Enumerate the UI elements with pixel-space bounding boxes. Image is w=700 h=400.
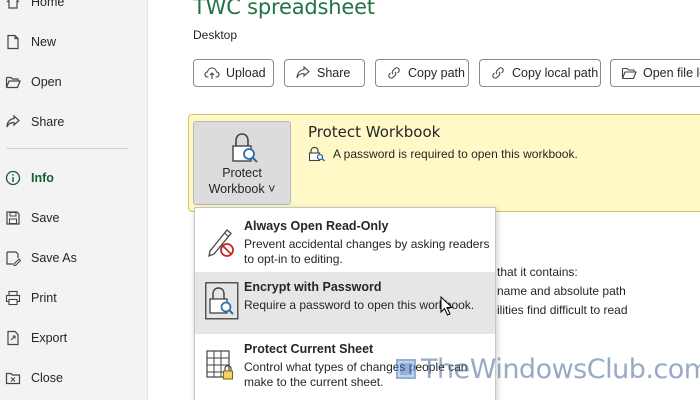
sheet-lock-icon	[205, 348, 237, 384]
info-icon	[5, 170, 21, 186]
new-document-icon	[5, 34, 21, 50]
share-button[interactable]: Share	[284, 59, 365, 87]
open-file-location-label: Open file lo	[643, 66, 700, 80]
nav-label: Close	[31, 371, 63, 385]
save-as-icon	[5, 250, 21, 266]
copy-path-button[interactable]: Copy path	[375, 59, 469, 87]
link-icon	[490, 65, 506, 81]
protect-panel-title: Protect Workbook	[308, 123, 441, 141]
protect-workbook-button[interactable]: Protect Workbook ˅	[193, 121, 291, 205]
nav-item-close[interactable]: Close	[0, 362, 148, 394]
copy-path-label: Copy path	[408, 66, 465, 80]
export-icon	[5, 330, 21, 346]
nav-item-share[interactable]: Share	[0, 106, 148, 138]
close-folder-icon	[5, 370, 21, 386]
share-icon	[295, 65, 311, 81]
lock-magnifier-icon	[205, 282, 239, 320]
nav-divider	[6, 148, 128, 149]
save-icon	[5, 210, 21, 226]
backstage-sidebar: Home New Open Share Info Save Save As Pr…	[0, 0, 148, 400]
nav-label: Share	[31, 115, 65, 129]
folder-icon	[621, 65, 637, 81]
home-icon	[5, 0, 21, 10]
nav-item-export[interactable]: Export	[0, 322, 148, 354]
nav-label: Save As	[31, 251, 77, 265]
nav-label: Save	[31, 211, 60, 225]
share-icon	[5, 114, 21, 130]
windows-club-logo-icon	[395, 358, 417, 380]
document-location: Desktop	[193, 28, 238, 42]
menu-item-description: Prevent accidental changes by asking rea…	[244, 237, 490, 266]
print-icon	[5, 290, 21, 306]
open-file-location-button[interactable]: Open file lo	[610, 59, 700, 87]
nav-label: Home	[31, 0, 65, 9]
upload-button[interactable]: Upload	[193, 59, 274, 87]
inspect-info-text: name and absolute path	[497, 284, 626, 298]
nav-item-save-as[interactable]: Save As	[0, 242, 148, 274]
share-label: Share	[317, 66, 351, 80]
nav-label: Export	[31, 331, 68, 345]
protect-button-label: Protect	[222, 166, 262, 180]
watermark-text: TheWindowsClub.com	[421, 353, 700, 385]
lock-magnifier-icon	[230, 132, 258, 166]
lock-key-icon	[308, 146, 326, 162]
watermark: TheWindowsClub.com	[395, 352, 700, 386]
menu-item-title: Protect Current Sheet	[244, 342, 374, 356]
link-icon	[386, 65, 402, 81]
copy-local-path-button[interactable]: Copy local path	[479, 59, 601, 87]
inspect-info-text: ilities find difficult to read	[497, 303, 628, 317]
nav-item-print[interactable]: Print	[0, 282, 148, 314]
nav-label: Info	[31, 171, 54, 185]
document-title: TWC spreadsheet	[193, 0, 375, 19]
nav-label: Print	[31, 291, 57, 305]
open-folder-icon	[5, 74, 21, 90]
upload-label: Upload	[226, 66, 266, 80]
pencil-prohibited-icon	[205, 223, 237, 259]
nav-item-home[interactable]: Home	[0, 0, 148, 18]
copy-local-path-label: Copy local path	[512, 66, 599, 80]
menu-item-title: Encrypt with Password	[244, 280, 382, 294]
protect-panel-note: A password is required to open this work…	[333, 147, 578, 161]
nav-item-open[interactable]: Open	[0, 66, 148, 98]
menu-item-title: Always Open Read-Only	[244, 219, 389, 233]
mouse-cursor-icon	[440, 295, 454, 316]
inspect-info-text: that it contains:	[497, 265, 578, 279]
nav-label: New	[31, 35, 57, 49]
protect-button-label-2: Workbook ˅	[208, 182, 276, 196]
nav-item-new[interactable]: New	[0, 26, 148, 58]
nav-label: Open	[31, 75, 62, 89]
nav-item-info[interactable]: Info	[0, 162, 148, 194]
menu-item-always-open-read-only[interactable]: Always Open Read-Only Prevent accidental…	[195, 211, 495, 273]
nav-item-save[interactable]: Save	[0, 202, 148, 234]
cloud-upload-icon	[204, 65, 220, 81]
